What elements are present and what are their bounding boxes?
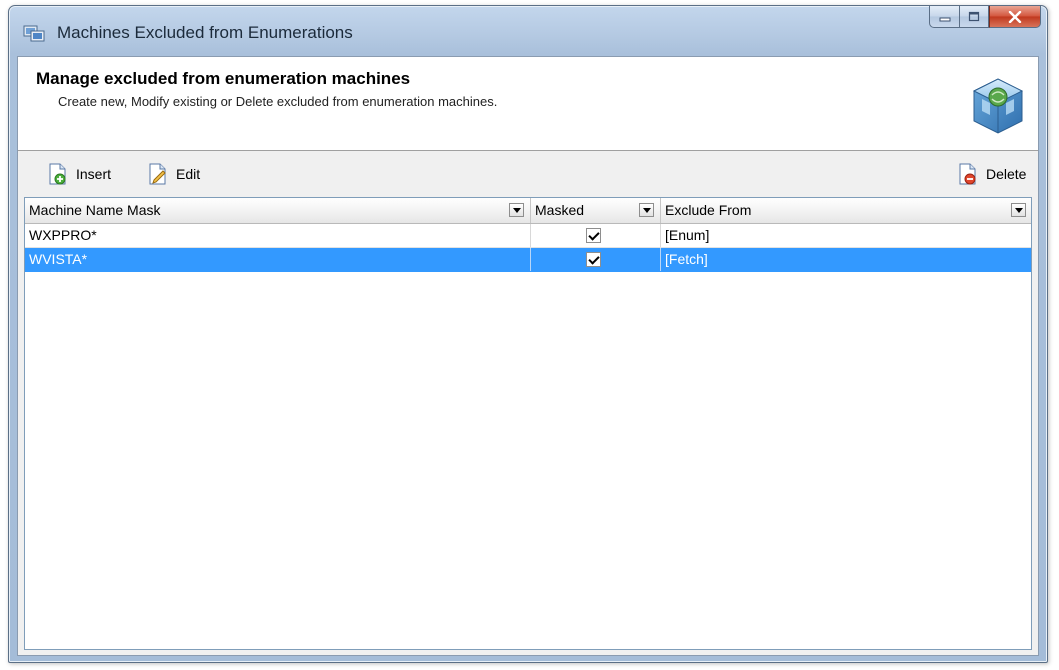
table-row[interactable]: WVISTA* [Fetch] [25,248,1031,272]
column-header-machine-name-mask[interactable]: Machine Name Mask [25,198,531,223]
delete-label: Delete [986,166,1027,182]
minimize-icon [939,17,950,21]
insert-label: Insert [76,166,112,182]
column-header-label: Exclude From [665,202,752,218]
masked-checkbox[interactable] [586,252,601,267]
grid-header: Machine Name Mask Masked Exclude From [25,198,1031,224]
cell-text: [Enum] [665,227,710,243]
client-area: Manage excluded from enumeration machine… [17,56,1039,656]
column-header-masked[interactable]: Masked [531,198,661,223]
filter-dropdown-icon[interactable] [639,203,654,217]
cell-machine-name-mask[interactable]: WVISTA* [25,248,531,271]
filter-dropdown-icon[interactable] [1011,203,1026,217]
delete-button[interactable]: Delete [958,163,1026,185]
caption-buttons [929,6,1041,30]
cell-masked[interactable] [531,224,661,247]
cell-machine-name-mask[interactable]: WXPPRO* [25,224,531,247]
cell-exclude-from[interactable]: [Fetch] [661,248,1031,271]
header-panel: Manage excluded from enumeration machine… [18,57,1038,151]
close-button[interactable] [989,6,1041,28]
table-row[interactable]: WXPPRO* [Enum] [25,224,1031,248]
masked-checkbox[interactable] [586,228,601,243]
insert-document-icon [49,163,66,185]
window-title: Machines Excluded from Enumerations [57,23,353,42]
delete-document-icon [959,163,976,185]
cell-text: WXPPRO* [29,227,97,243]
close-icon [1008,10,1022,23]
cell-text: WVISTA* [29,251,88,267]
filter-dropdown-icon[interactable] [509,203,524,217]
cell-masked[interactable] [531,248,661,271]
minimize-button[interactable] [929,6,959,28]
maximize-icon [968,11,980,22]
header-description: Create new, Modify existing or Delete ex… [58,94,498,109]
cell-text: [Fetch] [665,251,708,267]
app-icon [23,25,45,42]
dialog-window: Machines Excluded from Enumerations Mana… [8,5,1048,663]
title-bar[interactable]: Machines Excluded from Enumerations [9,6,1047,56]
network-cube-icon [972,78,1024,134]
column-header-exclude-from[interactable]: Exclude From [661,198,1031,223]
edit-button[interactable]: Edit [148,163,200,185]
edit-document-icon [149,163,166,185]
column-header-label: Masked [535,202,585,218]
insert-button[interactable]: Insert [48,163,111,185]
maximize-button[interactable] [959,6,989,28]
machines-grid[interactable]: Machine Name Mask Masked Exclude From WX… [24,197,1032,650]
toolbar: Insert Edit Delete [18,151,1038,195]
column-header-label: Machine Name Mask [29,202,161,218]
cell-exclude-from[interactable]: [Enum] [661,224,1031,247]
header-title: Manage excluded from enumeration machine… [36,69,411,88]
edit-label: Edit [176,166,201,182]
